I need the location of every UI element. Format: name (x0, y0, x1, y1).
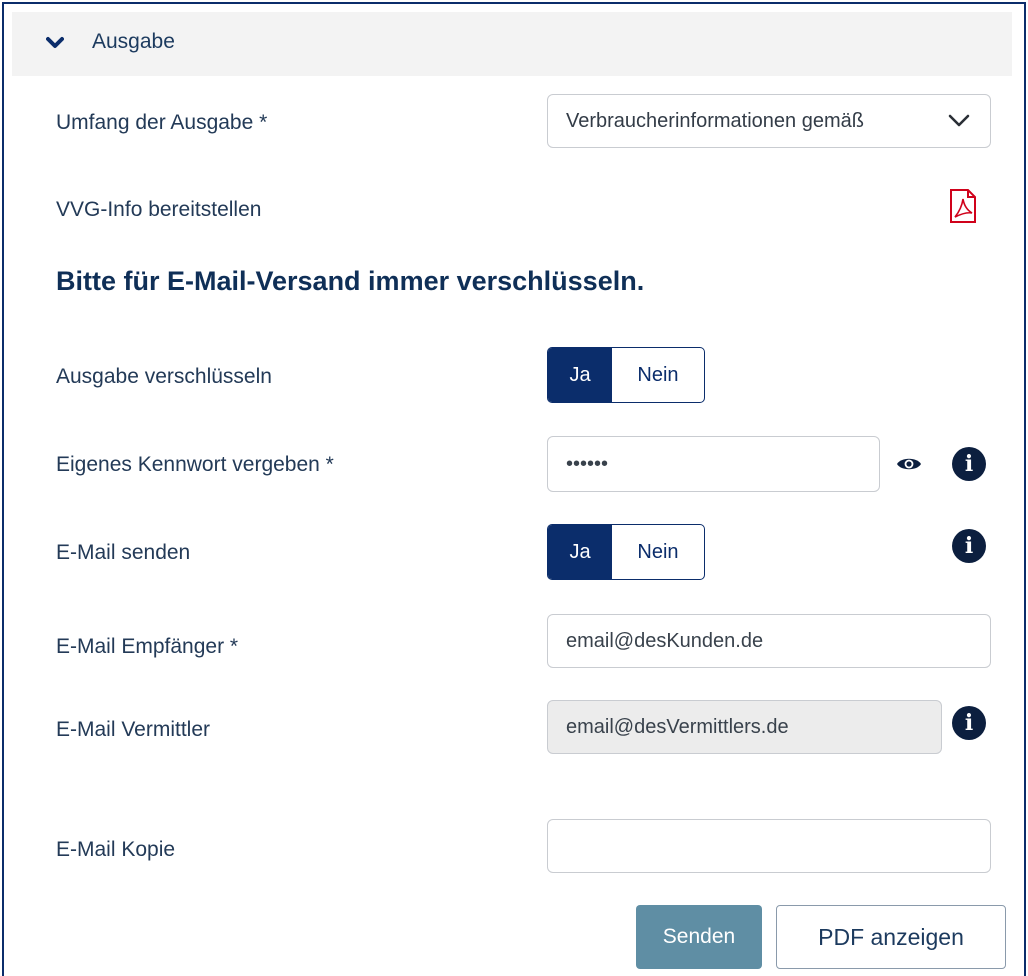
encrypt-no-option[interactable]: Nein (612, 348, 704, 402)
broker-input: email@desVermittlers.de (547, 700, 942, 754)
email-send-no-option[interactable]: Nein (612, 525, 704, 579)
vvg-info-label: VVG-Info bereitstellen (56, 198, 262, 221)
password-label: Eigenes Kennwort vergeben * (56, 453, 334, 476)
email-send-label: E-Mail senden (56, 541, 191, 564)
copy-input[interactable] (547, 819, 991, 873)
copy-label: E-Mail Kopie (56, 838, 176, 861)
recipient-label: E-Mail Empfänger * (56, 635, 239, 658)
pdf-icon[interactable] (949, 188, 977, 224)
encrypt-label: Ausgabe verschlüsseln (56, 365, 272, 388)
broker-label: E-Mail Vermittler (56, 718, 211, 741)
email-send-yes-option[interactable]: Ja (548, 525, 612, 579)
chevron-down-icon[interactable] (46, 36, 64, 50)
email-send-info-icon[interactable]: i (952, 529, 986, 563)
encrypt-toggle: Ja Nein (547, 347, 705, 403)
show-pdf-button[interactable]: PDF anzeigen (776, 905, 1006, 969)
send-button[interactable]: Senden (636, 905, 762, 969)
password-info-icon[interactable]: i (952, 447, 986, 481)
password-input[interactable]: •••••• (547, 436, 880, 492)
scope-label: Umfang der Ausgabe * (56, 111, 268, 134)
recipient-input[interactable]: email@desKunden.de (547, 614, 991, 668)
encrypt-heading: Bitte für E-Mail-Versand immer verschlüs… (56, 266, 645, 296)
eye-icon[interactable] (896, 455, 922, 473)
broker-info-icon[interactable]: i (952, 706, 986, 740)
encrypt-yes-option[interactable]: Ja (548, 348, 612, 402)
email-send-toggle: Ja Nein (547, 524, 705, 580)
scope-select[interactable]: Verbraucherinformationen gemäß (547, 94, 991, 148)
scope-select-value: Verbraucherinformationen gemäß (566, 109, 864, 132)
select-caret-icon (948, 114, 970, 127)
section-title[interactable]: Ausgabe (92, 30, 175, 54)
